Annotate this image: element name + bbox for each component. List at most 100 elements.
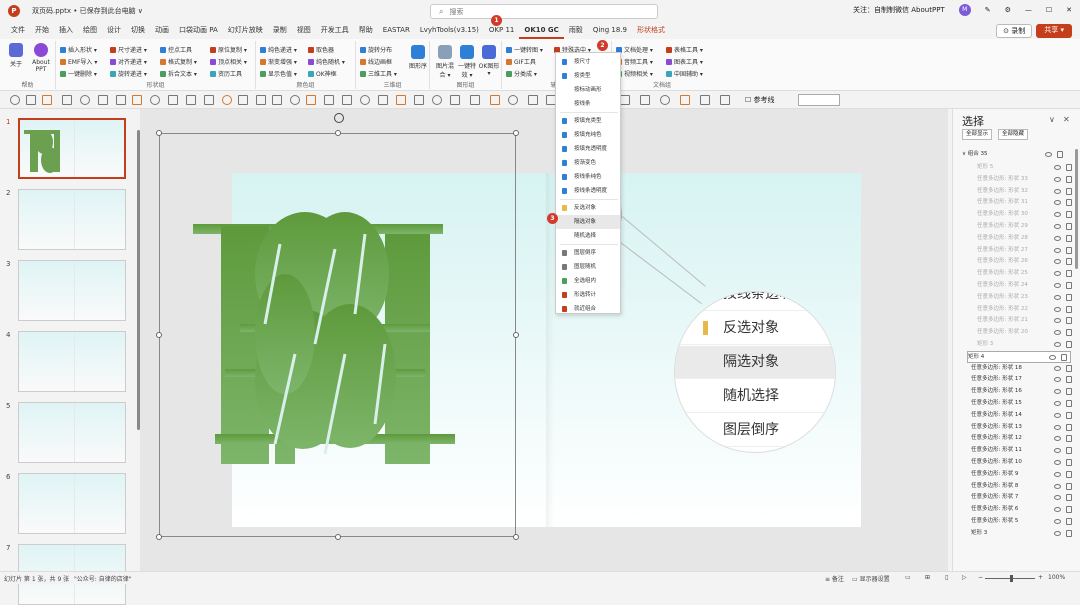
menu-tab[interactable]: 文件	[6, 22, 30, 39]
dropdown-item[interactable]: 按填充类型	[556, 114, 620, 128]
toolbar-icon[interactable]	[414, 95, 424, 105]
zoom-in-button[interactable]: +	[1038, 574, 1043, 581]
toolbar-icon[interactable]	[450, 95, 460, 105]
about-ppt-button[interactable]: About PPT	[28, 43, 54, 73]
ribbon-item[interactable]: 旋转分布	[360, 45, 392, 54]
toolbar-icon[interactable]	[186, 95, 196, 105]
selection-pane-row[interactable]: 任意多边形: 形状 6	[971, 504, 1075, 516]
ribbon-item[interactable]: 尺寸递进 ▾	[110, 45, 147, 54]
resize-handle-t[interactable]	[335, 130, 341, 136]
eye-icon[interactable]	[1054, 212, 1061, 218]
record-button[interactable]: ⊙ 录制	[996, 24, 1033, 38]
dropdown-item[interactable]: 按标动画形	[556, 83, 620, 97]
dropdown-item[interactable]: 形选转计	[556, 288, 620, 302]
toolbar-icon[interactable]	[700, 95, 710, 105]
eye-icon[interactable]	[1054, 495, 1061, 501]
toolbar-icon[interactable]	[204, 95, 214, 105]
eye-icon[interactable]	[1054, 165, 1061, 170]
lock-icon[interactable]	[1066, 518, 1072, 525]
menu-tab[interactable]: 插入	[54, 22, 78, 39]
ribbon-item[interactable]: 渐变增强 ▾	[260, 57, 297, 66]
selection-pane-row[interactable]: 矩形 4	[967, 350, 1071, 363]
selection-pane-row[interactable]: 任意多边形: 形状 32	[971, 186, 1075, 198]
selection-pane-row[interactable]: 任意多边形: 形状 7	[971, 492, 1075, 504]
menu-tab[interactable]: Qing 18.9	[588, 22, 632, 39]
menu-tab[interactable]: 形状格式	[632, 22, 670, 39]
graphic-tool-button[interactable]: 图片混合 ▾	[434, 45, 456, 79]
eye-icon[interactable]	[1054, 436, 1061, 442]
ribbon-item[interactable]: 三维工具 ▾	[360, 69, 397, 78]
selection-pane-row[interactable]: 任意多边形: 形状 13	[971, 422, 1075, 434]
document-title[interactable]: 双页码.pptx • 已保存到此台电脑 ∨	[32, 6, 143, 16]
menu-tab[interactable]: LvyhTools(v3.15)	[415, 22, 484, 39]
ribbon-item[interactable]: 格式复制 ▾	[160, 57, 197, 66]
slide-thumbnail[interactable]	[18, 118, 126, 179]
menu-tab[interactable]: 切换	[126, 22, 150, 39]
lock-icon[interactable]	[1066, 529, 1072, 537]
selection-box[interactable]	[156, 130, 519, 540]
selection-pane-row[interactable]: 任意多边形: 形状 14	[971, 410, 1075, 422]
toolbar-icon[interactable]	[660, 95, 670, 105]
slide-thumbnail[interactable]	[18, 473, 126, 534]
group-row[interactable]: ∨ 组合 35	[962, 149, 1066, 161]
eye-icon[interactable]	[1054, 460, 1061, 465]
eye-icon[interactable]	[1054, 389, 1061, 395]
notes-button[interactable]: ≡ 备注	[825, 574, 844, 583]
show-all-button[interactable]: 全部显示	[962, 129, 993, 140]
ribbon-item[interactable]: 分类成 ▾	[506, 69, 537, 78]
resize-handle-b[interactable]	[335, 534, 341, 540]
selection-pane-row[interactable]: 任意多边形: 形状 5	[971, 516, 1075, 528]
resize-handle-tr[interactable]	[513, 130, 519, 136]
selection-pane-row[interactable]: 任意多边形: 形状 33	[971, 174, 1075, 186]
ribbon-item[interactable]: 拆合文本 ▾	[160, 69, 197, 78]
eye-icon[interactable]	[1054, 519, 1061, 524]
toolbar-icon[interactable]	[324, 95, 334, 105]
reading-view-icon[interactable]: ▯	[945, 574, 948, 581]
eye-icon[interactable]	[1054, 283, 1061, 288]
menu-tab[interactable]: 帮助	[354, 22, 378, 39]
eye-icon[interactable]	[1054, 424, 1061, 430]
toolbar-icon[interactable]	[116, 95, 126, 105]
menu-tab[interactable]: 视图	[292, 22, 316, 39]
toolbar-icon[interactable]	[432, 95, 442, 105]
resize-handle-tl[interactable]	[156, 130, 162, 136]
graphic-tool-button[interactable]: OK图形 ▾	[478, 45, 500, 77]
toolbar-icon[interactable]	[62, 95, 72, 105]
dropdown-item[interactable]: 按尺寸	[556, 55, 620, 69]
selection-pane-row[interactable]: 任意多边形: 形状 16	[971, 386, 1075, 398]
eye-icon[interactable]	[1054, 330, 1061, 336]
slide-thumbnail[interactable]	[18, 402, 126, 463]
toolbar-icon[interactable]	[290, 95, 300, 105]
chevron-down-icon[interactable]: ∨	[1049, 115, 1055, 124]
size-input[interactable]	[798, 94, 840, 106]
toolbar-icon[interactable]	[150, 95, 160, 105]
selection-pane-row[interactable]: 任意多边形: 形状 22	[971, 304, 1075, 316]
selection-pane-row[interactable]: 任意多边形: 形状 29	[971, 221, 1075, 233]
lock-icon[interactable]	[1066, 211, 1072, 219]
dropdown-item[interactable]: 反选对象	[556, 201, 620, 215]
eye-icon[interactable]	[1054, 188, 1061, 194]
selection-pane-row[interactable]: 任意多边形: 形状 23	[971, 292, 1075, 304]
zoom-level[interactable]: 100%	[1048, 574, 1065, 581]
lock-icon[interactable]	[1066, 246, 1072, 254]
toolbar-icon[interactable]	[168, 95, 178, 105]
lock-icon[interactable]	[1066, 282, 1072, 289]
rotate-handle-icon[interactable]	[334, 113, 344, 123]
dropdown-item[interactable]: 随机选择	[556, 229, 620, 243]
settings-icon[interactable]: ⚙	[1005, 6, 1011, 14]
lock-icon[interactable]	[1066, 376, 1072, 384]
selection-pane-row[interactable]: 矩形 3	[971, 339, 1075, 351]
dropdown-item[interactable]: 按线条纯色	[556, 170, 620, 184]
toolbar-icon[interactable]	[222, 95, 232, 105]
toolbar-icon[interactable]	[132, 95, 142, 105]
ribbon-item[interactable]: EMF导入 ▾	[60, 57, 97, 66]
eye-icon[interactable]	[1054, 235, 1061, 241]
selection-pane-row[interactable]: 任意多边形: 形状 17	[971, 374, 1075, 386]
close-pane-icon[interactable]: ✕	[1063, 115, 1070, 124]
eye-icon[interactable]	[1054, 200, 1061, 206]
dropdown-item[interactable]: 按渐变色	[556, 156, 620, 170]
eye-icon[interactable]	[1054, 365, 1061, 371]
resize-handle-l[interactable]	[156, 332, 162, 338]
eye-icon[interactable]	[1054, 507, 1061, 513]
slide-canvas[interactable]: 按线条透明度 反选对象 隔选对象 随机选择 图层倒序	[140, 109, 948, 571]
